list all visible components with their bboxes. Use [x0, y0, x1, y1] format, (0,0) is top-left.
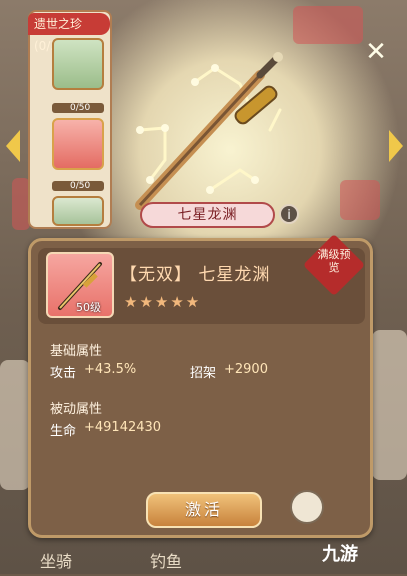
sword-illustration: [135, 52, 283, 210]
treasure-progress: 0/50: [52, 180, 104, 192]
weapon-name: 七星龙渊: [198, 265, 271, 285]
close-button[interactable]: ✕: [364, 39, 388, 65]
tab-fishing[interactable]: 钓鱼: [150, 548, 182, 576]
treasure-progress: 0/50: [52, 102, 104, 114]
background-card: [340, 180, 380, 220]
parry-value: +2900: [224, 362, 268, 377]
treasure-title: 遗世之珍(0/3): [28, 13, 110, 53]
watermark-logo: 九游: [322, 544, 358, 565]
info-button[interactable]: i: [279, 204, 299, 224]
attack-value: +43.5%: [84, 362, 137, 377]
weapon-name-banner: 七星龙渊: [140, 202, 275, 228]
weapon-level: 50级: [76, 301, 101, 314]
base-attributes-title: 基础属性: [50, 344, 103, 359]
book-icon[interactable]: [290, 490, 324, 524]
parry-label: 招架: [190, 366, 217, 381]
background-card: [293, 6, 363, 44]
previous-arrow-icon[interactable]: [6, 130, 20, 162]
life-value: +49142430: [84, 420, 162, 435]
treasure-item-seven-star-sword[interactable]: [52, 118, 104, 170]
stamp-label[interactable]: 满级预览: [314, 248, 354, 274]
treasure-item-jade-seal[interactable]: [52, 38, 104, 90]
attack-label: 攻击: [50, 366, 77, 381]
background-panel: [372, 330, 407, 480]
tab-mount[interactable]: 坐骑: [40, 548, 72, 576]
weapon-title: 【无双】 七星龙渊: [120, 260, 270, 285]
life-label: 生命: [50, 424, 77, 439]
rarity-tag: 【无双】: [120, 265, 192, 285]
next-arrow-icon[interactable]: [389, 130, 403, 162]
activate-button[interactable]: 激活: [146, 492, 262, 528]
passive-attributes-title: 被动属性: [50, 402, 103, 417]
background-panel: [0, 360, 30, 490]
star-rating: ★★★★★: [124, 293, 202, 311]
treasure-item-jade-disc[interactable]: [52, 196, 104, 226]
